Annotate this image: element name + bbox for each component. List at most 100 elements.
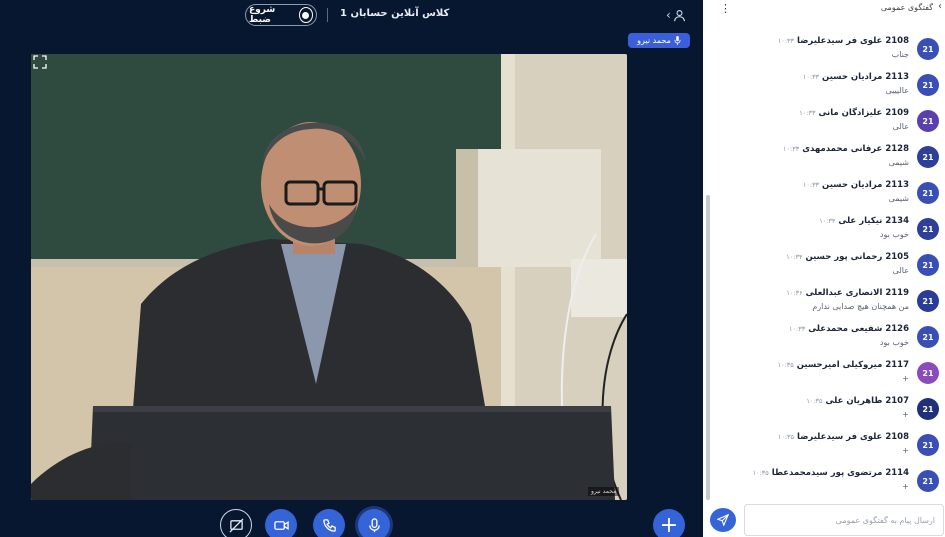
media-controls (220, 509, 400, 537)
message-text: من همچنان هیچ صدایی ندارم (812, 302, 909, 311)
sender-name: 2134 نیکیار علی (838, 216, 909, 226)
message-text: خوب بود (879, 230, 909, 239)
sender-name: 2117 میروکیلی امیرحسین (796, 360, 909, 370)
chat-message: 21 2126 شفیعی محمدعلی ۱۰:۳۳ خوب بود (715, 322, 945, 358)
microphone-icon (674, 36, 681, 45)
sender-name: 2113 مرادیان حسین (822, 72, 909, 82)
avatar: 21 (917, 362, 939, 384)
sender-name: 2105 رحمانی پور حسین (805, 252, 909, 262)
record-icon (298, 7, 313, 23)
message-header: 2119 الانصاری عبدالعلی ۱۰:۳۶ (786, 288, 909, 298)
message-header: 2108 علوی فر سیدعلیرضا ۱۰:۳۵ (778, 432, 909, 442)
sender-name: 2109 علیزادگان مانی (818, 108, 909, 118)
message-header: 2108 علوی فر سیدعلیرضا ۱۰:۳۳ (778, 36, 909, 46)
avatar: 21 (917, 38, 939, 60)
phone-icon (322, 518, 336, 532)
more-options-icon[interactable]: ⋮ (720, 2, 731, 15)
message-text: عالی (892, 266, 909, 275)
message-text: عالی (892, 122, 909, 131)
users-icon (673, 9, 685, 21)
sender-name: 2113 مرادیان حسین (822, 180, 909, 190)
avatar: 21 (917, 398, 939, 420)
message-time: ۱۰:۳۶ (786, 289, 803, 297)
message-time: ۱۰:۳۴ (819, 217, 836, 225)
chat-composer (703, 500, 945, 537)
avatar: 21 (917, 290, 939, 312)
add-button[interactable]: + (653, 509, 685, 537)
message-header: 2113 مرادیان حسین ۱۰:۳۳ (803, 180, 909, 190)
fullscreen-icon[interactable] (33, 55, 47, 69)
avatar: 21 (917, 182, 939, 204)
plus-icon: + (659, 512, 679, 537)
message-header: 2109 علیزادگان مانی ۱۰:۳۳ (799, 108, 909, 118)
call-button[interactable] (313, 509, 345, 537)
camera-button[interactable] (265, 509, 297, 537)
top-bar: ‹ کلاس آنلاین حسابان 1 شروع ضبط (0, 0, 703, 30)
send-icon (717, 514, 729, 526)
message-time: ۱۰:۳۳ (802, 73, 820, 81)
chevron-left-icon: ‹ (666, 8, 671, 22)
chat-message: 21 2105 رحمانی پور حسین ۱۰:۳۴ عالی (715, 250, 945, 286)
message-text: شیمی (888, 158, 909, 167)
sender-name: 2119 الانصاری عبدالعلی (805, 288, 909, 298)
message-time: ۱۰:۳۵ (777, 433, 795, 441)
message-header: 2126 شفیعی محمدعلی ۱۰:۳۳ (789, 324, 909, 334)
chat-message: 21 2117 میروکیلی امیرحسین ۱۰:۳۵ + (715, 358, 945, 394)
chat-message: 21 2128 عرفانی محمدمهدی ۱۰:۳۳ شیمی (715, 142, 945, 178)
avatar: 21 (917, 74, 939, 96)
chat-message: 21 2113 مرادیان حسین ۱۰:۳۳ عالیییی (715, 70, 945, 106)
chat-message: 21 2107 طاهریان علی ۱۰:۳۵ + (715, 394, 945, 430)
chat-message: 21 2134 نیکیار علی ۱۰:۳۴ خوب بود (715, 214, 945, 250)
message-header: 2105 رحمانی پور حسین ۱۰:۳۴ (786, 252, 909, 262)
chat-message: 21 2108 علوی فر سیدعلیرضا ۱۰:۳۳ جناب (715, 34, 945, 70)
chat-message: 21 2109 علیزادگان مانی ۱۰:۳۳ عالی (715, 106, 945, 142)
screen-share-button[interactable] (220, 509, 252, 537)
avatar: 21 (917, 434, 939, 456)
message-time: ۱۰:۳۳ (783, 145, 800, 153)
camera-name-label: محمد نیرو (588, 487, 620, 496)
camera-icon (273, 520, 289, 530)
chat-header: ⋮ گفتگوی عمومی ‹ (703, 0, 945, 18)
message-text: شیمی (888, 194, 909, 203)
sender-name: 2126 شفیعی محمدعلی (808, 324, 909, 334)
video-frame-image (31, 54, 627, 500)
message-header: 2134 نیکیار علی ۱۰:۳۴ (819, 216, 909, 226)
chevron-left-icon[interactable]: ‹ (938, 1, 942, 12)
camera-video-feed (31, 54, 627, 500)
presenter-badge: محمد نیرو (628, 33, 690, 48)
message-text: جناب (891, 50, 909, 59)
sender-name: 2114 مرتضوی پور سیدمحمدعطا (771, 468, 909, 478)
message-header: 2117 میروکیلی امیرحسین ۱۰:۳۵ (778, 360, 909, 370)
record-button[interactable]: شروع ضبط (245, 4, 317, 26)
chat-scrollbar[interactable] (706, 195, 710, 500)
message-time: ۱۰:۳۳ (802, 181, 820, 189)
presenter-name: محمد نیرو (637, 36, 671, 45)
message-time: ۱۰:۳۵ (752, 469, 769, 477)
sender-name: 2128 عرفانی محمدمهدی (802, 144, 909, 154)
message-header: 2113 مرادیان حسین ۱۰:۳۳ (803, 72, 909, 82)
message-text: خوب بود (879, 338, 909, 347)
video-stage: ‹ کلاس آنلاین حسابان 1 شروع ضبط محمد نیر… (0, 0, 703, 537)
avatar: 21 (917, 326, 939, 348)
chat-panel: ⋮ گفتگوی عمومی ‹ 21 2108 علوی فر سیدعلیرض… (703, 0, 945, 537)
sender-name: 2107 طاهریان علی (825, 396, 909, 406)
chat-message: 21 2108 علوی فر سیدعلیرضا ۱۰:۳۵ + (715, 430, 945, 466)
message-time: ۱۰:۳۳ (799, 109, 816, 117)
send-button[interactable] (710, 508, 736, 532)
microphone-button[interactable] (358, 509, 390, 537)
screen-share-off-icon (228, 517, 244, 533)
chat-message-input[interactable] (744, 504, 944, 536)
message-text: + (902, 446, 909, 455)
avatar: 21 (917, 470, 939, 492)
message-time: ۱۰:۳۳ (789, 325, 806, 333)
chat-message: 21 2113 مرادیان حسین ۱۰:۳۳ شیمی (715, 178, 945, 214)
users-toggle-button[interactable]: ‹ (666, 5, 690, 25)
message-text: عالیییی (885, 86, 909, 95)
message-text: + (902, 374, 909, 383)
avatar: 21 (917, 110, 939, 132)
microphone-icon (368, 517, 380, 532)
chat-message: 21 2114 مرتضوی پور سیدمحمدعطا ۱۰:۳۵ + (715, 466, 945, 502)
sender-name: 2108 علوی فر سیدعلیرضا (797, 36, 909, 46)
message-header: 2114 مرتضوی پور سیدمحمدعطا ۱۰:۳۵ (753, 468, 909, 478)
message-time: ۱۰:۳۴ (786, 253, 803, 261)
